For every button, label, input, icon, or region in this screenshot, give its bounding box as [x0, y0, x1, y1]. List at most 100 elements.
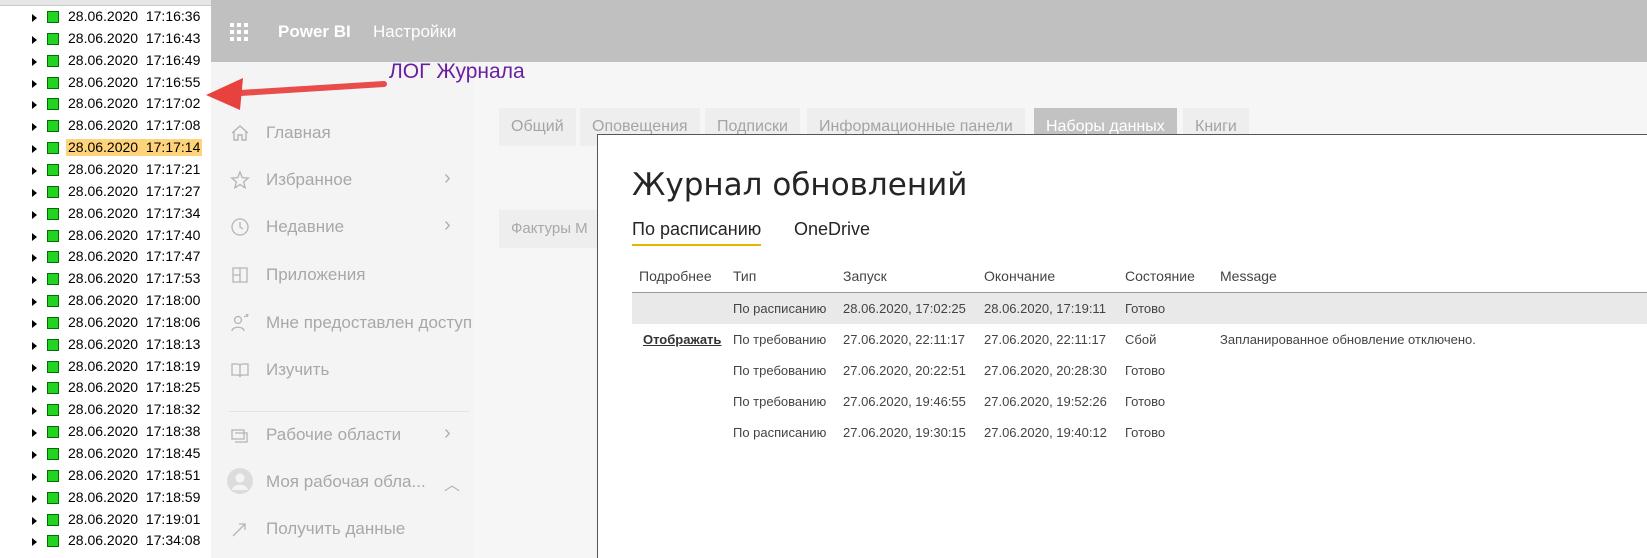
brand-label[interactable]: Power BI [278, 22, 351, 42]
log-entry-time: 17:18:19 [145, 357, 201, 374]
expand-triangle-icon[interactable] [32, 101, 37, 110]
expand-triangle-icon[interactable] [32, 276, 37, 285]
details-link[interactable]: Отображать [643, 332, 721, 347]
expand-triangle-icon[interactable] [32, 298, 37, 307]
expand-triangle-icon[interactable] [32, 385, 37, 394]
log-entry[interactable]: 28.06.2020 17:18:25 [0, 377, 211, 399]
table-row: По требованию 27.06.2020, 20:22:51 27.06… [632, 355, 1647, 386]
expand-triangle-icon[interactable] [32, 472, 37, 481]
log-entry-time: 17:17:21 [145, 160, 201, 177]
nav-item-my-workspace[interactable]: Моя рабочая обла... ︿ [227, 467, 469, 497]
expand-triangle-icon[interactable] [32, 429, 37, 438]
log-panel: 28.06.2020 17:16:36 28.06.2020 17:16:43 28… [0, 0, 212, 558]
cell-type: По расписанию [733, 425, 827, 440]
tab-scheduled[interactable]: По расписанию [632, 219, 762, 246]
status-square-icon [47, 535, 59, 548]
nav-item-favorites[interactable]: Избранное › [229, 165, 469, 195]
nav-divider [229, 411, 469, 412]
log-entry[interactable]: 28.06.2020 17:17:02 [0, 93, 211, 115]
tab-onedrive[interactable]: OneDrive [794, 219, 870, 244]
log-entry[interactable]: 28.06.2020 17:34:08 [0, 530, 211, 552]
dataset-list-item[interactable]: Фактуры М [499, 210, 611, 248]
nav-item-learn[interactable]: Изучить [229, 355, 469, 385]
expand-triangle-icon[interactable] [32, 35, 37, 44]
expand-triangle-icon[interactable] [32, 538, 37, 547]
log-entry-time: 17:34:08 [145, 532, 201, 549]
nav-item-apps[interactable]: Приложения [229, 260, 469, 290]
nav-item-home[interactable]: Главная [229, 118, 469, 148]
log-entry-time: 17:18:00 [145, 292, 201, 309]
log-entry-timestamp: 28.06.2020 17:18:25 [66, 379, 202, 396]
status-square-icon [47, 295, 59, 308]
expand-triangle-icon[interactable] [32, 14, 37, 22]
log-entry[interactable]: 28.06.2020 17:16:49 [0, 50, 211, 72]
log-entry[interactable]: 28.06.2020 17:19:01 [0, 509, 211, 531]
nav-item-recent[interactable]: Недавние › [229, 212, 469, 242]
expand-triangle-icon[interactable] [32, 451, 37, 459]
log-entry-timestamp: 28.06.2020 17:18:19 [66, 358, 202, 375]
log-entry[interactable]: 28.06.2020 17:18:00 [0, 290, 211, 312]
expand-triangle-icon[interactable] [32, 57, 37, 66]
log-entry[interactable]: 28.06.2020 17:18:06 [0, 312, 211, 334]
nav-item-workspaces[interactable]: Рабочие области › [229, 420, 469, 450]
log-entry-date: 28.06.2020 [68, 466, 139, 483]
log-entry[interactable]: 28.06.2020 17:17:34 [0, 203, 211, 225]
log-entry[interactable]: 28.06.2020 17:16:36 [0, 6, 211, 28]
expand-triangle-icon[interactable] [32, 166, 37, 175]
dialog-title: Журнал обновлений [632, 167, 968, 203]
log-entry-date: 28.06.2020 [68, 95, 139, 112]
nav-item-shared[interactable]: Мне предоставлен доступ [229, 308, 473, 338]
log-entry-date: 28.06.2020 [68, 8, 139, 24]
log-entry[interactable]: 28.06.2020 17:18:13 [0, 334, 211, 356]
log-entry-time: 17:18:06 [145, 313, 201, 330]
log-entry[interactable]: 28.06.2020 17:17:47 [0, 246, 211, 268]
expand-triangle-icon[interactable] [32, 363, 37, 372]
nav-item-label: Получить данные [266, 519, 406, 538]
log-entry[interactable]: 28.06.2020 17:18:32 [0, 399, 211, 421]
log-entry[interactable]: 28.06.2020 17:18:19 [0, 356, 211, 378]
log-entry[interactable]: 28.06.2020 17:16:55 [0, 72, 211, 94]
home-icon [231, 125, 249, 141]
status-square-icon [47, 98, 59, 111]
status-square-icon [47, 163, 59, 176]
expand-triangle-icon[interactable] [32, 516, 37, 525]
expand-triangle-icon[interactable] [32, 319, 37, 328]
expand-triangle-icon[interactable] [32, 254, 37, 263]
cell-start: 27.06.2020, 20:22:51 [843, 363, 966, 378]
log-entry[interactable]: 28.06.2020 17:17:08 [0, 115, 211, 137]
log-entry[interactable]: 28.06.2020 17:18:59 [0, 487, 211, 509]
log-entry[interactable]: 28.06.2020 17:17:27 [0, 181, 211, 203]
status-square-icon [47, 185, 59, 198]
tab-general[interactable]: Общий [499, 108, 576, 146]
expand-triangle-icon[interactable] [32, 232, 37, 241]
log-entry[interactable]: 28.06.2020 17:18:38 [0, 421, 211, 443]
log-entry-time: 17:17:08 [145, 117, 201, 134]
log-entry[interactable]: 28.06.2020 17:18:51 [0, 465, 211, 487]
log-entry[interactable]: 28.06.2020 17:17:21 [0, 159, 211, 181]
column-header-start: Запуск [843, 268, 887, 284]
log-entry-date: 28.06.2020 [68, 51, 139, 68]
cell-start: 27.06.2020, 19:46:55 [843, 394, 966, 409]
app-launcher-icon[interactable] [230, 23, 248, 41]
expand-triangle-icon[interactable] [32, 494, 37, 503]
expand-triangle-icon[interactable] [32, 188, 37, 197]
log-entry-time: 17:17:40 [145, 226, 201, 243]
expand-triangle-icon[interactable] [32, 341, 37, 350]
expand-triangle-icon[interactable] [32, 145, 37, 154]
expand-triangle-icon[interactable] [32, 210, 37, 219]
expand-triangle-icon[interactable] [32, 79, 37, 88]
log-entry[interactable]: 28.06.2020 17:16:43 [0, 28, 211, 50]
log-entry[interactable]: 28.06.2020 17:17:14 [0, 137, 211, 159]
nav-pane: Главная Избранное › Недавние › Приложени… [211, 62, 474, 558]
nav-item-get-data[interactable]: Получить данные [229, 514, 469, 544]
column-header-end: Окончание [984, 268, 1056, 284]
log-entry[interactable]: 28.06.2020 17:18:45 [0, 443, 211, 465]
status-square-icon [47, 76, 59, 89]
nav-item-label: Недавние [266, 217, 345, 236]
log-entry[interactable]: 28.06.2020 17:17:40 [0, 225, 211, 247]
log-entry[interactable]: 28.06.2020 17:17:53 [0, 268, 211, 290]
log-entry-time: 17:17:14 [145, 139, 201, 156]
expand-triangle-icon[interactable] [32, 123, 37, 132]
expand-triangle-icon[interactable] [32, 407, 37, 416]
nav-item-label: Мне предоставлен доступ [266, 313, 473, 332]
